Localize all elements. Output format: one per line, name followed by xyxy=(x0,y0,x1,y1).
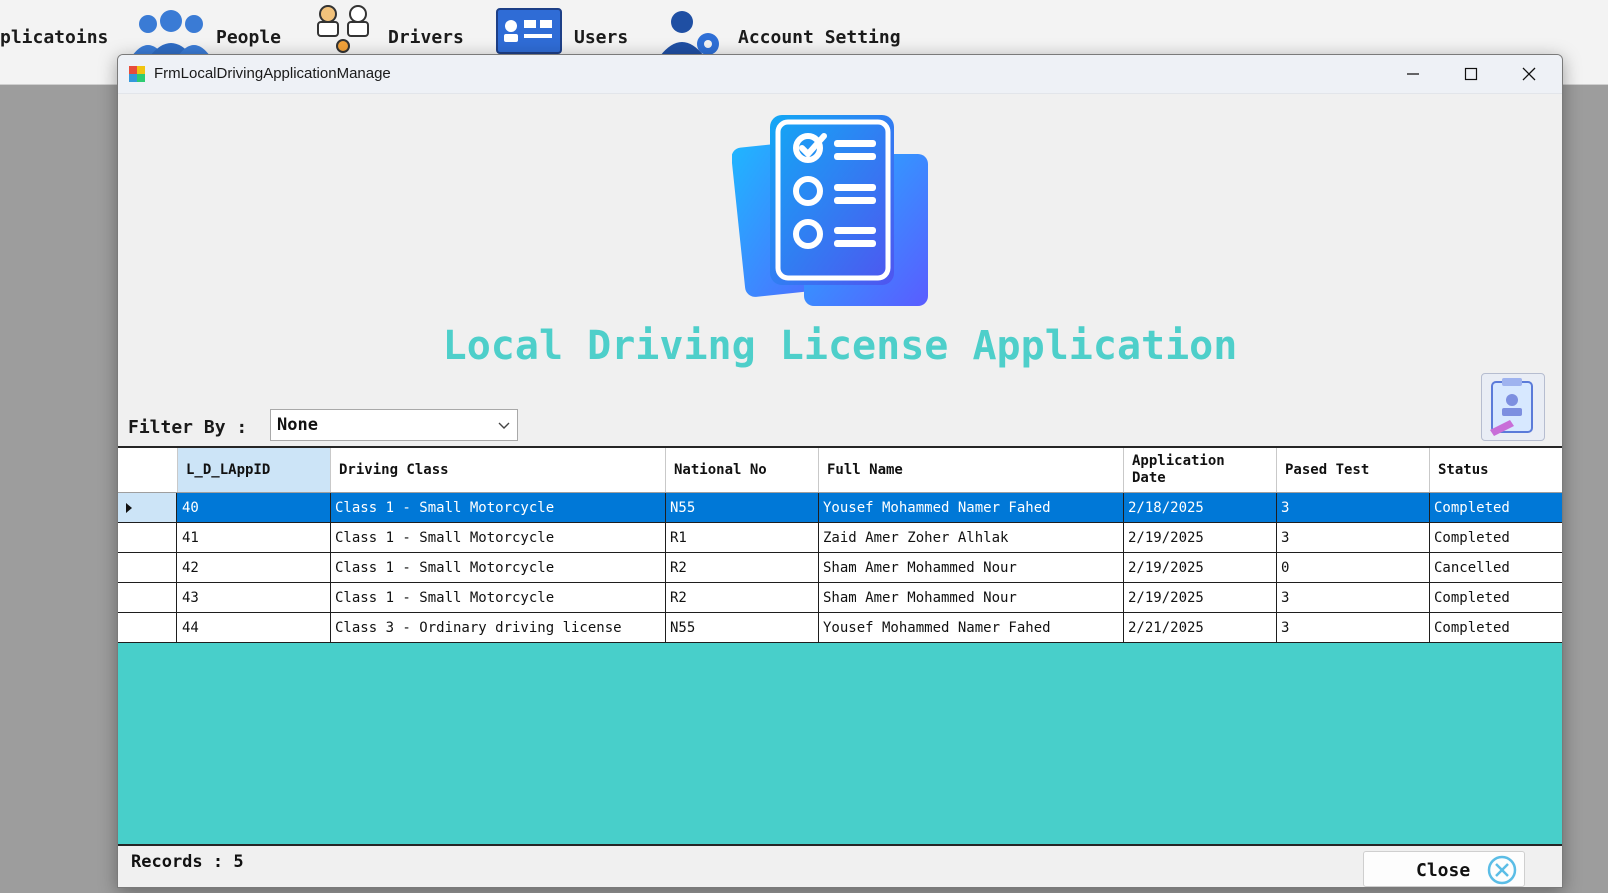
column-header[interactable]: Application Date xyxy=(1124,448,1277,492)
column-header[interactable]: Full Name xyxy=(819,448,1124,492)
table-cell: Yousef Mohammed Namer Fahed xyxy=(819,493,1124,522)
table-cell: 2/19/2025 xyxy=(1124,583,1277,612)
table-cell: 44 xyxy=(178,613,331,642)
records-count: Records : 5 xyxy=(131,852,244,872)
column-header[interactable]: National No xyxy=(666,448,819,492)
table-cell: 42 xyxy=(178,553,331,582)
add-application-button[interactable] xyxy=(1481,373,1545,441)
menu-item-label: People xyxy=(216,27,282,48)
close-circle-icon xyxy=(1487,855,1517,885)
application-checklist-icon xyxy=(732,115,928,306)
table-cell: R2 xyxy=(666,553,819,582)
filter-selected-value: None xyxy=(277,415,318,435)
table-row[interactable]: 44 Class 3 - Ordinary driving license N55 Y… xyxy=(118,613,1562,643)
row-header[interactable] xyxy=(118,523,177,552)
table-cell: Class 1 - Small Motorcycle xyxy=(331,583,666,612)
table-cell: N55 xyxy=(666,613,819,642)
row-header-corner xyxy=(118,448,178,492)
table-cell: Sham Amer Mohammed Nour xyxy=(819,553,1124,582)
column-header[interactable]: L_D_LAppID xyxy=(178,448,331,492)
table-cell: Class 1 - Small Motorcycle xyxy=(331,523,666,552)
table-cell: 0 xyxy=(1277,553,1430,582)
table-cell: 3 xyxy=(1277,523,1430,552)
row-header[interactable] xyxy=(118,493,177,522)
current-row-arrow-icon xyxy=(126,503,132,513)
close-button-label: Close xyxy=(1416,860,1471,881)
maximize-button[interactable] xyxy=(1442,55,1500,93)
table-cell: Yousef Mohammed Namer Fahed xyxy=(819,613,1124,642)
close-icon xyxy=(1522,67,1536,81)
footer-bar: Records : 5 Close xyxy=(118,844,1562,887)
table-cell: Zaid Amer Zoher Alhlak xyxy=(819,523,1124,552)
minimize-icon xyxy=(1407,73,1419,75)
table-row[interactable]: 41 Class 1 - Small Motorcycle R1 Zaid Amer … xyxy=(118,523,1562,553)
users-card-icon xyxy=(496,8,562,54)
table-cell: 2/21/2025 xyxy=(1124,613,1277,642)
table-cell: Completed xyxy=(1434,619,1510,636)
column-header[interactable]: Status xyxy=(1430,448,1562,492)
table-cell: R2 xyxy=(666,583,819,612)
table-cell: 40 xyxy=(178,493,331,522)
menu-item-label: Users xyxy=(574,27,629,48)
people-icon xyxy=(132,10,210,56)
account-settings-icon xyxy=(660,11,719,56)
applications-grid[interactable]: L_D_LAppID Driving Class National No Ful… xyxy=(118,446,1562,844)
row-header[interactable] xyxy=(118,583,177,612)
drivers-icon xyxy=(317,5,369,53)
table-cell: 3 xyxy=(1277,613,1430,642)
table-cell: Class 1 - Small Motorcycle xyxy=(331,553,666,582)
menu-item-label: plicatoins xyxy=(0,27,109,48)
table-cell: R1 xyxy=(666,523,819,552)
table-cell: Cancelled xyxy=(1434,559,1510,576)
chevron-down-icon xyxy=(498,422,510,429)
window-titlebar[interactable]: FrmLocalDrivingApplicationManage xyxy=(118,55,1562,94)
menu-item-label: Account Setting xyxy=(738,27,901,48)
close-window-button[interactable] xyxy=(1500,55,1558,93)
menu-item-label: Drivers xyxy=(388,27,464,48)
maximize-icon xyxy=(1464,67,1478,81)
table-cell: 3 xyxy=(1277,583,1430,612)
table-row[interactable]: 43 Class 1 - Small Motorcycle R2 Sham Amer … xyxy=(118,583,1562,613)
table-cell: Class 1 - Small Motorcycle xyxy=(331,493,666,522)
table-cell: Completed xyxy=(1434,499,1510,516)
table-cell: 2/19/2025 xyxy=(1124,553,1277,582)
app-icon xyxy=(129,66,145,82)
table-cell: Completed xyxy=(1434,529,1510,546)
table-cell: Class 3 - Ordinary driving license xyxy=(331,613,666,642)
table-row[interactable]: 42 Class 1 - Small Motorcycle R2 Sham Amer … xyxy=(118,553,1562,583)
row-header[interactable] xyxy=(118,553,177,582)
table-cell: 41 xyxy=(178,523,331,552)
close-button[interactable]: Close xyxy=(1363,851,1525,887)
license-card-icon xyxy=(1490,378,1533,436)
menu-item-applications[interactable]: plicatoins xyxy=(0,0,118,84)
table-cell: N55 xyxy=(666,493,819,522)
column-header[interactable]: Pased Test xyxy=(1277,448,1430,492)
table-cell: 3 xyxy=(1277,493,1430,522)
window-title: FrmLocalDrivingApplicationManage xyxy=(154,65,391,82)
filter-by-dropdown[interactable]: None xyxy=(270,409,518,441)
filter-by-label: Filter By : xyxy=(128,417,248,438)
minimize-button[interactable] xyxy=(1384,55,1442,93)
column-header[interactable]: Driving Class xyxy=(331,448,666,492)
table-cell: 2/19/2025 xyxy=(1124,523,1277,552)
grid-header: L_D_LAppID Driving Class National No Ful… xyxy=(118,448,1562,493)
table-row[interactable]: 40 Class 1 - Small Motorcycle N55 Yousef Mo… xyxy=(118,493,1562,523)
table-cell: 2/18/2025 xyxy=(1124,493,1277,522)
table-cell: Sham Amer Mohammed Nour xyxy=(819,583,1124,612)
table-cell: 43 xyxy=(178,583,331,612)
table-cell: Completed xyxy=(1434,589,1510,606)
row-header[interactable] xyxy=(118,613,177,642)
local-driving-application-window: FrmLocalDrivingApplicationManage Local D… xyxy=(117,54,1563,888)
page-title: Local Driving License Application xyxy=(442,323,1238,369)
